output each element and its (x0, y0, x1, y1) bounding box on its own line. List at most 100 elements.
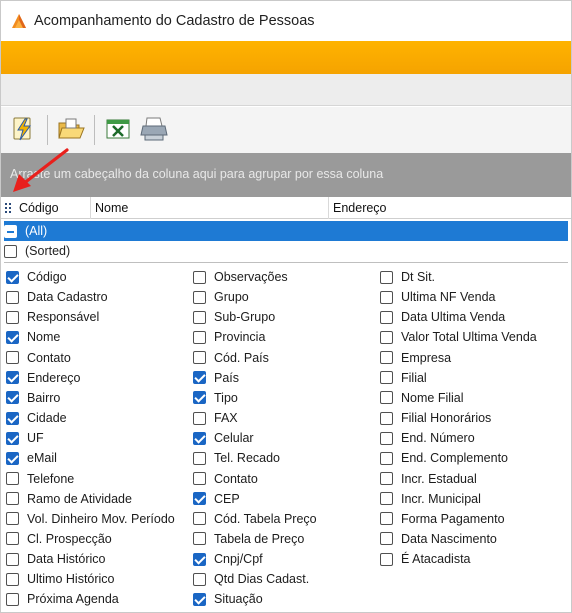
column-checkbox[interactable] (193, 270, 206, 284)
column-checkbox[interactable] (6, 431, 19, 445)
column-option[interactable]: Forma Pagamento (380, 509, 505, 529)
filter-all-option[interactable]: (All) (4, 221, 568, 241)
column-option[interactable]: Bairro (6, 388, 60, 408)
column-option[interactable]: Cód. Tabela Preço (193, 509, 317, 529)
column-option[interactable]: Nome (6, 327, 60, 347)
column-checkbox[interactable] (6, 512, 19, 526)
column-checkbox[interactable] (380, 431, 393, 445)
column-checkbox[interactable] (193, 451, 206, 465)
column-option[interactable]: Data Cadastro (6, 287, 108, 307)
column-option[interactable]: Situação (193, 589, 263, 609)
sorted-checkbox[interactable] (4, 244, 17, 258)
column-option[interactable]: Data Ultima Venda (380, 307, 505, 327)
column-checkbox[interactable] (193, 371, 206, 385)
column-option[interactable]: Data Histórico (6, 549, 106, 569)
column-checkbox[interactable] (380, 411, 393, 425)
column-checkbox[interactable] (380, 310, 393, 324)
column-option[interactable]: End. Complemento (380, 448, 508, 468)
column-option[interactable]: eMail (6, 448, 57, 468)
column-header-codigo[interactable]: Código (15, 196, 91, 219)
column-option[interactable]: País (193, 368, 239, 388)
column-checkbox[interactable] (380, 472, 393, 485)
column-header-nome[interactable]: Nome (91, 196, 329, 219)
column-option[interactable]: Incr. Estadual (380, 469, 477, 489)
column-option[interactable]: Observações (193, 267, 288, 287)
column-checkbox[interactable] (6, 351, 19, 365)
column-checkbox[interactable] (380, 330, 393, 344)
excel-export-button[interactable] (103, 115, 133, 145)
column-checkbox[interactable] (193, 492, 206, 506)
column-checkbox[interactable] (380, 512, 393, 526)
column-checkbox[interactable] (193, 431, 206, 445)
column-checkbox[interactable] (380, 351, 393, 365)
column-option[interactable]: Endereço (6, 368, 81, 388)
column-option[interactable]: Celular (193, 428, 254, 448)
open-folder-button[interactable] (56, 115, 86, 145)
column-option[interactable]: Sub-Grupo (193, 307, 275, 327)
column-checkbox[interactable] (193, 391, 206, 405)
column-option[interactable]: Nome Filial (380, 388, 464, 408)
column-checkbox[interactable] (6, 451, 19, 465)
column-option[interactable]: Data Nascimento (380, 529, 497, 549)
column-option[interactable]: Tel. Recado (193, 448, 280, 468)
column-checkbox[interactable] (380, 270, 393, 284)
column-option[interactable]: Tipo (193, 388, 238, 408)
column-option[interactable]: Ultimo Histórico (6, 569, 115, 589)
column-option[interactable]: Filial Honorários (380, 408, 491, 428)
column-option[interactable]: Ultima NF Venda (380, 287, 495, 307)
column-checkbox[interactable] (193, 472, 206, 485)
column-checkbox[interactable] (6, 472, 19, 485)
column-checkbox[interactable] (193, 512, 206, 526)
column-checkbox[interactable] (193, 310, 206, 324)
column-option[interactable]: FAX (193, 408, 238, 428)
column-checkbox[interactable] (193, 572, 206, 586)
column-option[interactable]: Responsável (6, 307, 99, 327)
column-option[interactable]: Contato (193, 469, 258, 489)
column-option[interactable]: Vol. Dinheiro Mov. Período (6, 509, 175, 529)
column-checkbox[interactable] (6, 330, 19, 344)
column-checkbox[interactable] (6, 310, 19, 324)
column-option[interactable]: Cód. País (193, 348, 269, 368)
column-checkbox[interactable] (193, 592, 206, 606)
column-option[interactable]: Próxima Agenda (6, 589, 119, 609)
column-option[interactable]: Cidade (6, 408, 67, 428)
column-checkbox[interactable] (380, 391, 393, 405)
column-option[interactable]: Valor Total Ultima Venda (380, 327, 537, 347)
column-checkbox[interactable] (380, 492, 393, 506)
column-option[interactable]: Cnpj/Cpf (193, 549, 263, 569)
all-checkbox[interactable] (4, 224, 17, 238)
column-header-endereco[interactable]: Endereço (329, 197, 571, 219)
column-checkbox[interactable] (6, 290, 19, 304)
column-checkbox[interactable] (6, 592, 19, 606)
column-option[interactable]: Incr. Municipal (380, 489, 481, 509)
column-option[interactable]: Contato (6, 348, 71, 368)
column-checkbox[interactable] (6, 572, 19, 586)
column-checkbox[interactable] (380, 552, 393, 566)
column-option[interactable]: Filial (380, 368, 427, 388)
column-option[interactable]: Ramo de Atividade (6, 489, 132, 509)
column-option[interactable]: Qtd Dias Cadast. (193, 569, 309, 589)
column-option[interactable]: Código (6, 267, 67, 287)
column-checkbox[interactable] (193, 552, 206, 566)
column-checkbox[interactable] (193, 290, 206, 304)
refresh-lightning-button[interactable] (9, 115, 39, 145)
column-option[interactable]: CEP (193, 489, 240, 509)
column-option[interactable]: Provincia (193, 327, 265, 347)
column-checkbox[interactable] (6, 270, 19, 284)
filter-sorted-option[interactable]: (Sorted) (4, 241, 568, 261)
column-checkbox[interactable] (6, 411, 19, 425)
print-button[interactable] (139, 115, 169, 145)
column-option[interactable]: É Atacadista (380, 549, 471, 569)
column-option[interactable]: Grupo (193, 287, 249, 307)
column-option[interactable]: Dt Sit. (380, 267, 435, 287)
column-checkbox[interactable] (6, 552, 19, 566)
column-checkbox[interactable] (6, 391, 19, 405)
column-checkbox[interactable] (193, 411, 206, 425)
group-by-panel[interactable]: Arraste um cabeçalho da coluna aqui para… (1, 153, 571, 197)
column-checkbox[interactable] (193, 532, 206, 546)
column-checkbox[interactable] (380, 451, 393, 465)
column-checkbox[interactable] (380, 290, 393, 304)
column-option[interactable]: UF (6, 428, 44, 448)
column-option[interactable]: Cl. Prospecção (6, 529, 112, 549)
column-checkbox[interactable] (380, 371, 393, 385)
